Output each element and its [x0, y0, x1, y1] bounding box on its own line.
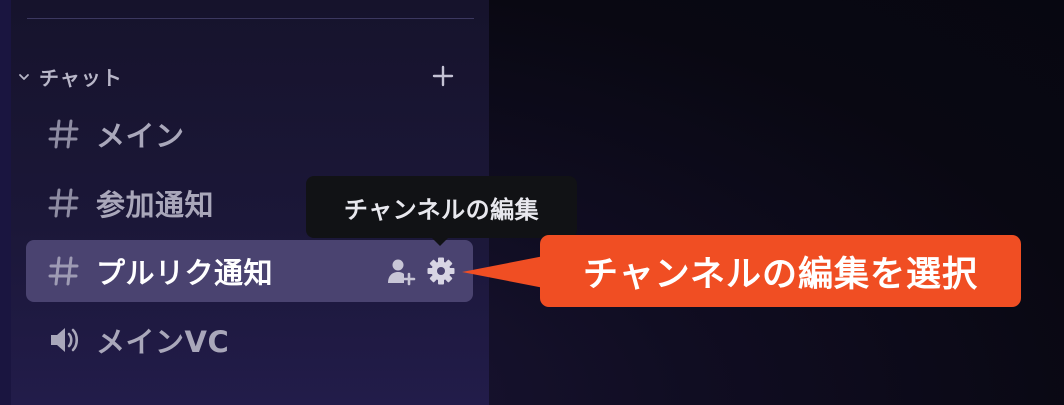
- edit-channel-tooltip: チャンネルの編集: [306, 176, 577, 246]
- channel-actions: [385, 255, 457, 287]
- tooltip-text: チャンネルの編集: [343, 195, 540, 224]
- text-channel-hash-icon: [44, 183, 84, 223]
- invite-user-icon[interactable]: [385, 255, 417, 287]
- category-label: チャット: [39, 65, 123, 90]
- app-edge: [0, 0, 11, 405]
- channel-label: 参加通知: [96, 188, 215, 222]
- category-header-chat[interactable]: チャット: [17, 60, 457, 92]
- gear-icon[interactable]: [425, 255, 457, 287]
- channel-label: メインVC: [96, 325, 230, 359]
- sidebar-item-main-vc[interactable]: メインVC: [26, 309, 473, 371]
- annotation-callout: チャンネルの編集を選択: [540, 235, 1021, 307]
- text-channel-hash-icon: [44, 114, 84, 154]
- sidebar-divider: [27, 18, 474, 19]
- callout-pointer: [462, 256, 544, 288]
- channel-label: プルリク通知: [96, 256, 274, 290]
- speaker-icon: [44, 320, 84, 360]
- channel-label: メイン: [96, 119, 185, 153]
- sidebar-item-pr-notify[interactable]: プルリク通知: [26, 240, 473, 302]
- callout-text: チャンネルの編集を選択: [583, 254, 978, 295]
- sidebar-item-main[interactable]: メイン: [26, 103, 473, 165]
- chevron-down-icon[interactable]: [17, 69, 31, 83]
- text-channel-hash-icon: [44, 251, 84, 291]
- tooltip-arrow: [432, 238, 448, 246]
- plus-icon[interactable]: [429, 62, 457, 90]
